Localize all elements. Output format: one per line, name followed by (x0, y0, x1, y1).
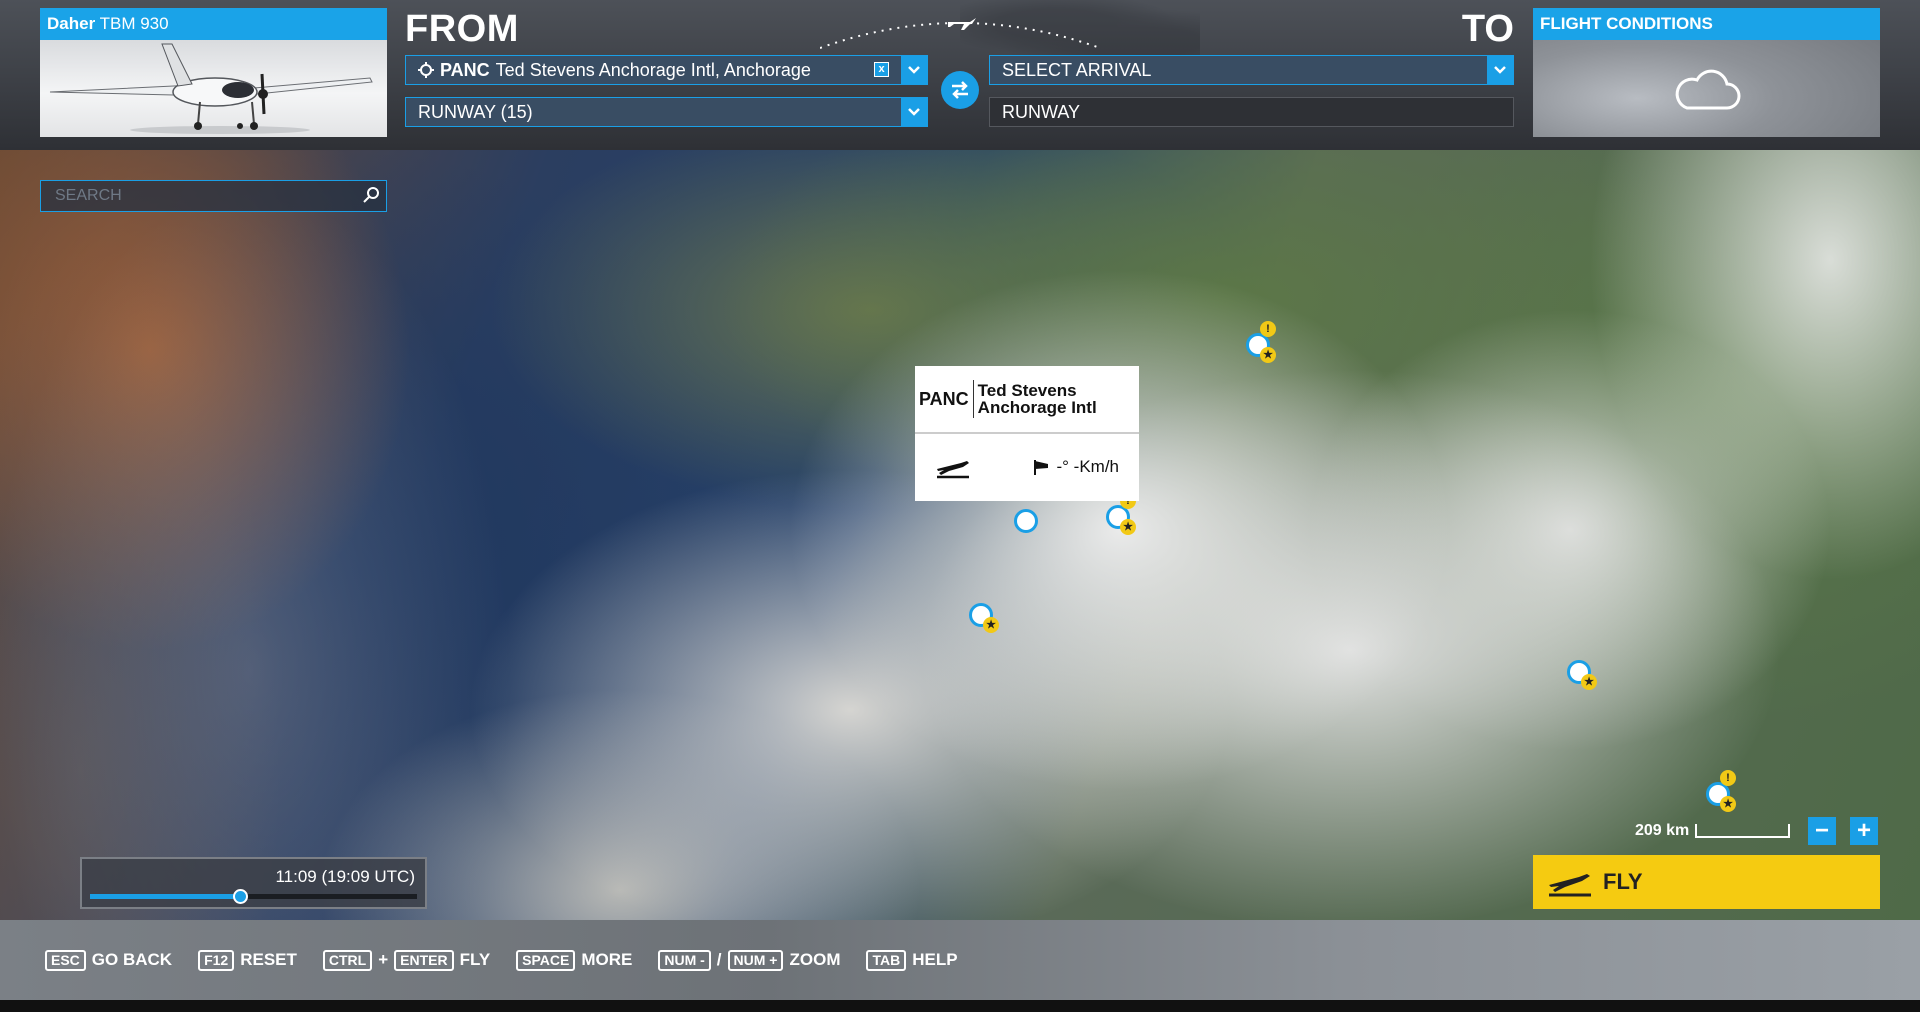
wind-info: -° -Km/h (1032, 457, 1119, 477)
key-ctrl: CTRL (322, 949, 373, 971)
map-scale-bar (1695, 824, 1791, 838)
hint-separator: / (716, 950, 722, 969)
wind-value: -° -Km/h (1056, 456, 1119, 476)
key-tab: TAB (866, 949, 907, 971)
aircraft-image (40, 40, 387, 137)
departure-dropdown-button[interactable] (901, 56, 927, 84)
hint-fly[interactable]: CTRL + ENTER FLY (322, 949, 491, 971)
star-icon: ★ (1260, 347, 1276, 363)
cloud-layer (0, 150, 1920, 920)
screen-bottom-edge (0, 1000, 1920, 1012)
aircraft-brand: Daher (47, 14, 96, 33)
takeoff-plane-icon (1549, 874, 1591, 897)
arrival-airport-field[interactable]: SELECT ARRIVAL (989, 55, 1514, 85)
key-num-plus: NUM + (727, 949, 784, 971)
airport-marker[interactable]: ! ★ (1106, 493, 1136, 535)
hint-label: GO BACK (91, 950, 173, 969)
swap-icon (952, 81, 968, 99)
airport-marker-icon (1014, 509, 1038, 533)
hint-label: MORE (581, 950, 633, 969)
zoom-out-button[interactable]: − (1808, 817, 1836, 845)
airport-marker[interactable]: ! ★ (1706, 770, 1736, 812)
airport-tooltip[interactable]: PANC Ted Stevens Anchorage Intl -° -Km/h (915, 366, 1139, 501)
departure-runway-value: RUNWAY (15) (418, 101, 533, 122)
airport-marker-icon (418, 62, 434, 78)
departure-airport-code: PANC (440, 59, 490, 80)
top-bar: Daher TBM 930 FROM TO PANC Ted Stevens A… (0, 0, 1920, 150)
time-slider-handle[interactable] (233, 889, 249, 904)
hint-label: HELP (912, 950, 958, 969)
arrival-runway-field: RUNWAY (989, 97, 1514, 127)
search-placeholder: SEARCH (55, 187, 122, 204)
map-scale: 209 km (1635, 822, 1791, 840)
tooltip-airport-name: Ted Stevens Anchorage Intl (977, 381, 1097, 417)
key-enter: ENTER (394, 949, 454, 971)
flight-conditions-panel[interactable]: FLIGHT CONDITIONS (1533, 8, 1880, 137)
key-space: SPACE (516, 949, 576, 971)
star-icon: ★ (1120, 519, 1136, 535)
warning-icon: ! (1720, 770, 1736, 786)
to-label: TO (1461, 8, 1514, 50)
aircraft-card[interactable]: Daher TBM 930 (40, 8, 387, 137)
route-arc-icon (820, 18, 1100, 49)
key-num-minus: NUM - (658, 949, 711, 971)
windsock-icon (1034, 459, 1049, 475)
departure-airport-field[interactable]: PANC Ted Stevens Anchorage Intl, Anchora… (405, 55, 928, 85)
flight-conditions-title: FLIGHT CONDITIONS (1533, 8, 1880, 40)
chevron-down-icon (908, 66, 920, 74)
cloud-icon (1675, 69, 1741, 110)
hint-reset[interactable]: F12 RESET (198, 949, 297, 971)
aircraft-model: TBM 930 (99, 14, 169, 33)
arrival-runway-value: RUNWAY (1002, 101, 1080, 122)
world-map[interactable] (0, 150, 1920, 920)
airport-marker[interactable]: ! ★ (1246, 321, 1276, 363)
search-input[interactable]: SEARCH (40, 180, 387, 212)
star-icon: ★ (1581, 674, 1597, 690)
clear-departure-button[interactable]: x (874, 62, 889, 77)
warning-icon: ! (1260, 321, 1276, 337)
bottom-hint-bar: ESC GO BACK F12 RESET CTRL + ENTER FLY S… (0, 920, 1920, 1000)
key-esc: ESC (45, 949, 86, 971)
fly-button[interactable]: FLY (1533, 855, 1880, 909)
time-of-day-panel[interactable]: 11:09 (19:09 UTC) (80, 857, 427, 909)
departure-plane-icon (937, 460, 969, 478)
hint-separator: + (378, 950, 389, 969)
tooltip-header: PANC Ted Stevens Anchorage Intl (915, 366, 1139, 434)
chevron-down-icon (908, 108, 920, 116)
chevron-down-icon (1494, 66, 1506, 74)
hint-label: ZOOM (789, 950, 841, 969)
from-label: FROM (405, 8, 519, 50)
airport-marker[interactable]: ★ (1567, 660, 1597, 690)
aircraft-name: Daher TBM 930 (40, 8, 387, 40)
zoom-in-button[interactable]: + (1850, 817, 1878, 845)
hint-label: RESET (240, 950, 297, 969)
hint-zoom[interactable]: NUM - / NUM + ZOOM (658, 949, 841, 971)
departure-runway-field[interactable]: RUNWAY (15) (405, 97, 928, 127)
star-icon: ★ (983, 617, 999, 633)
departure-airport-name: Ted Stevens Anchorage Intl, Anchorage (495, 59, 811, 80)
fly-button-label: FLY (1603, 869, 1643, 894)
arrival-airport-placeholder: SELECT ARRIVAL (1002, 59, 1152, 80)
time-display: 11:09 (19:09 UTC) (275, 867, 415, 886)
hint-label: FLY (459, 950, 491, 969)
hint-go-back[interactable]: ESC GO BACK (45, 949, 173, 971)
departure-runway-dropdown-button[interactable] (901, 98, 927, 126)
map-scale-label: 209 km (1635, 822, 1690, 839)
airport-marker-panc[interactable] (1014, 509, 1040, 535)
airport-marker[interactable]: ★ (969, 603, 999, 633)
arrival-dropdown-button[interactable] (1487, 56, 1513, 84)
search-icon[interactable] (362, 186, 380, 204)
tooltip-details: -° -Km/h (915, 434, 1139, 499)
swap-airports-button[interactable] (941, 71, 979, 109)
time-slider-fill (90, 894, 241, 899)
time-slider[interactable] (90, 889, 417, 904)
star-icon: ★ (1720, 796, 1736, 812)
hint-more[interactable]: SPACE MORE (516, 949, 633, 971)
tooltip-airport-code: PANC (915, 380, 974, 418)
key-f12: F12 (198, 949, 235, 971)
hint-help[interactable]: TAB HELP (866, 949, 958, 971)
